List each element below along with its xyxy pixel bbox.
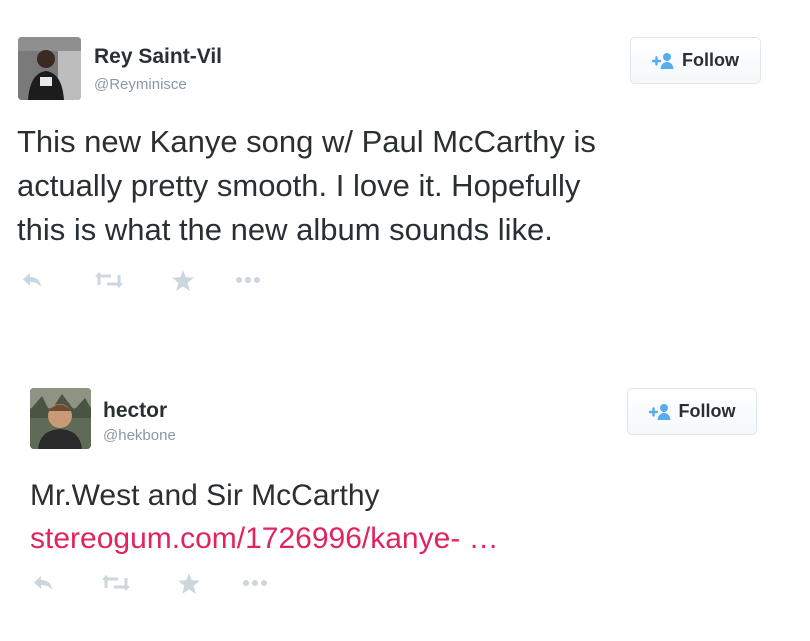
display-name[interactable]: Rey Saint-Vil — [94, 45, 222, 69]
follow-label: Follow — [678, 401, 736, 421]
follow-button[interactable]: Follow — [627, 388, 757, 435]
favorite-icon[interactable] — [177, 572, 201, 594]
tweet-link[interactable]: stereogum.com/1726996/kanye- … — [30, 517, 499, 560]
avatar-image — [30, 388, 91, 449]
tweet-text-line: this is what the new album sounds like. — [17, 212, 553, 247]
tweet-actions — [31, 571, 269, 595]
tweet-actions — [20, 268, 262, 292]
avatar-image — [18, 37, 81, 100]
add-user-icon — [648, 403, 673, 421]
retweet-icon[interactable] — [94, 271, 124, 289]
more-icon[interactable] — [241, 579, 269, 587]
avatar[interactable] — [30, 388, 91, 449]
username[interactable]: @hekbone — [103, 427, 176, 444]
retweet-icon[interactable] — [101, 574, 131, 592]
reply-icon[interactable] — [20, 271, 44, 289]
tweet-text: This new Kanye song w/ Paul McCarthy is … — [17, 120, 596, 252]
tweet-text-line: Mr.West and Sir McCarthy — [30, 479, 380, 512]
follow-button[interactable]: Follow — [630, 37, 761, 84]
more-icon[interactable] — [234, 276, 262, 284]
display-name[interactable]: hector — [103, 399, 167, 423]
add-user-icon — [652, 52, 676, 70]
follow-label: Follow — [682, 50, 739, 70]
tweet-2: hector @hekbone Follow Mr.West and Sir M… — [0, 320, 810, 641]
tweet-text-line: This new Kanye song w/ Paul McCarthy is — [17, 124, 596, 159]
tweet-1: Rey Saint-Vil @Reyminisce Follow This ne… — [0, 0, 810, 320]
favorite-icon[interactable] — [171, 269, 195, 291]
tweet-text: Mr.West and Sir McCarthy stereogum.com/1… — [30, 474, 499, 560]
avatar[interactable] — [18, 37, 81, 100]
reply-icon[interactable] — [31, 574, 55, 592]
tweet-text-line: actually pretty smooth. I love it. Hopef… — [17, 168, 581, 203]
username[interactable]: @Reyminisce — [94, 76, 187, 93]
